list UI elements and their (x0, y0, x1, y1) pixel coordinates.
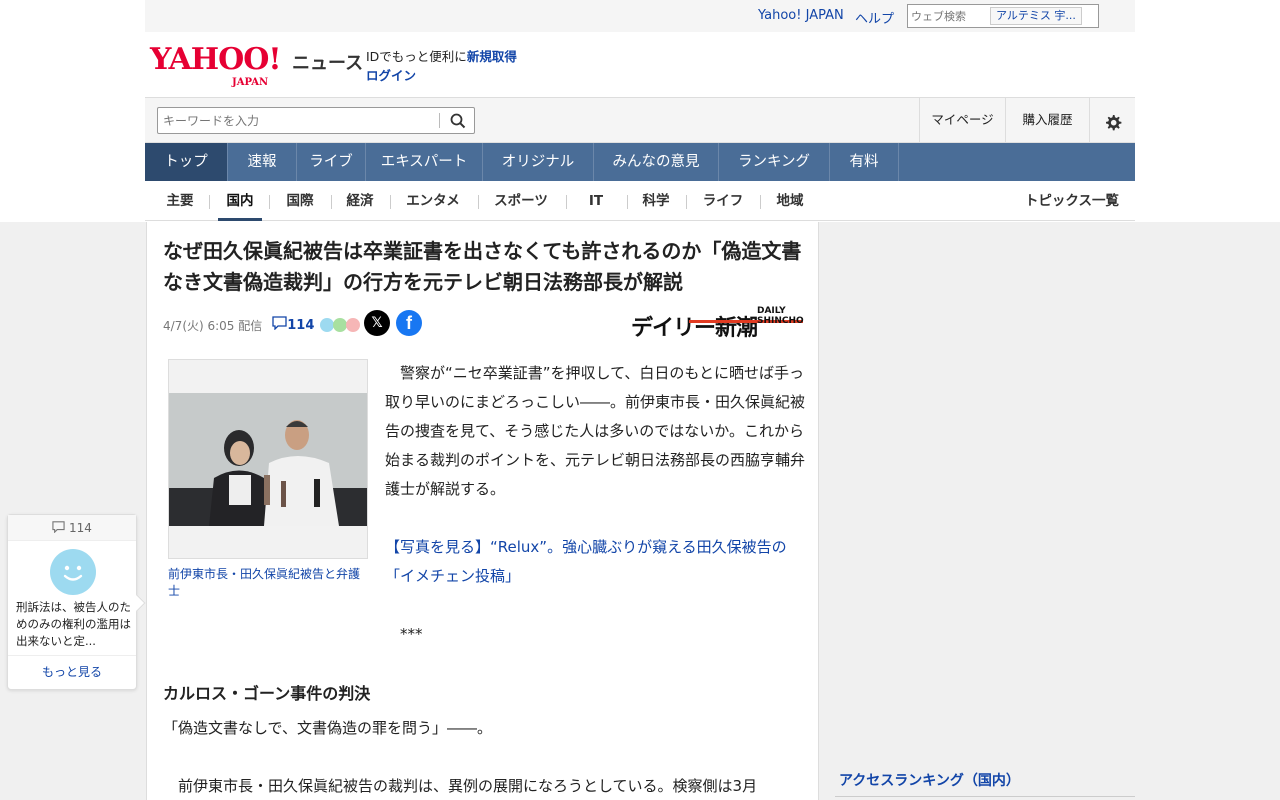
divider (627, 195, 628, 209)
comment-count: 114 (287, 317, 315, 333)
main-nav: トップ 速報 ライブ エキスパート オリジナル みんなの意見 ランキング 有料 (145, 143, 1135, 181)
category-nav: 主要 国内 国際 経済 エンタメ スポーツ IT 科学 ライフ 地域 トピックス… (145, 181, 1135, 221)
nav-live[interactable]: ライブ (297, 143, 366, 181)
nav-top[interactable]: トップ (145, 143, 228, 181)
cat-life[interactable]: ライフ (695, 181, 751, 221)
more-comments-link[interactable]: もっと見る (8, 655, 136, 689)
nav-paid[interactable]: 有料 (830, 143, 899, 181)
yahoo-news-logo[interactable]: YAHOO! JAPAN ニュース (150, 42, 363, 89)
photo-caption[interactable]: 前伊東市長・田久保眞紀被告と弁護士 (168, 566, 368, 600)
logo-news: ニュース (292, 53, 364, 74)
cat-it[interactable]: IT (571, 181, 621, 221)
cat-economy[interactable]: 経済 (335, 181, 385, 221)
keyword-search (157, 107, 475, 134)
login-link[interactable]: ログイン (366, 68, 416, 83)
divider (269, 195, 270, 209)
logo-yahoo: YAHOO! (150, 42, 282, 77)
cat-domestic[interactable]: 国内 (218, 181, 262, 221)
divider (686, 195, 687, 209)
web-search-box: アルテミス 宇... (907, 4, 1099, 28)
cat-entertainment[interactable]: エンタメ (397, 181, 469, 221)
article-title: なぜ田久保眞紀被告は卒業証書を出さなくても許されるのか「偽造文書なき文書偽造裁判… (163, 239, 802, 294)
widget-comment-count[interactable]: 114 (8, 515, 136, 541)
section-break: *** (400, 625, 423, 643)
purchase-history-button[interactable]: 購入履歴 (1005, 98, 1089, 142)
utility-bar: Yahoo! JAPAN ヘルプ アルテミス 宇... (145, 0, 1135, 32)
cat-science[interactable]: 科学 (631, 181, 681, 221)
nav-opinions[interactable]: みんなの意見 (594, 143, 719, 181)
masthead: YAHOO! JAPAN ニュース IDでもっと便利に新規取得 ログイン (145, 32, 1135, 98)
source-logo-text: デイリー新潮 (631, 316, 758, 341)
help-link[interactable]: ヘルプ (855, 8, 894, 27)
article-meta: 4/7(火) 6:05 配信 114 (163, 316, 361, 334)
divider (390, 195, 391, 209)
body-paragraph: 「偽造文書なしで、文書偽造の罪を問う」――。 (163, 719, 492, 737)
facebook-share-icon[interactable]: f (396, 310, 422, 336)
nav-ranking[interactable]: ランキング (719, 143, 830, 181)
search-row: マイページ 購入履歴 (145, 98, 1135, 143)
article-photo[interactable] (168, 359, 368, 559)
comment-widget[interactable]: 114 刑訴法は、被告人のためのみの権利の濫用は出来ないと定... もっと見る (7, 514, 146, 690)
smiley-face-icon (50, 549, 96, 595)
widget-comment-text: 刑訴法は、被告人のためのみの権利の濫用は出来ないと定... (16, 600, 131, 648)
neutral-face-icon (333, 318, 348, 332)
source-logo[interactable]: デイリー新潮 DAILY SHINCHO (631, 306, 804, 341)
header: Yahoo! JAPAN ヘルプ アルテミス 宇... YAHOO! JAPAN… (145, 0, 1135, 221)
divider (331, 195, 332, 209)
nav-original[interactable]: オリジナル (483, 143, 594, 181)
section-heading: カルロス・ゴーン事件の判決 (163, 684, 371, 703)
web-search-input[interactable] (908, 9, 988, 23)
cat-main[interactable]: 主要 (155, 181, 205, 221)
divider (566, 195, 567, 209)
sidebar: アクセスランキング（国内） (835, 222, 1135, 800)
keyword-input[interactable] (163, 114, 433, 128)
search-divider (439, 113, 440, 128)
article: なぜ田久保眞紀被告は卒業証書を出さなくても許されるのか「偽造文書なき文書偽造裁判… (146, 222, 819, 800)
publish-date: 4/7(火) 6:05 配信 (163, 318, 263, 333)
sad-face-icon (346, 318, 361, 332)
cat-sports[interactable]: スポーツ (485, 181, 557, 221)
id-promo: IDでもっと便利に新規取得 ログイン (366, 47, 517, 85)
mypage-button[interactable]: マイページ (919, 98, 1005, 142)
access-ranking-heading[interactable]: アクセスランキング（国内） (839, 770, 1020, 790)
topics-list-link[interactable]: トピックス一覧 (1025, 181, 1119, 221)
nav-breaking[interactable]: 速報 (228, 143, 297, 181)
article-body: 警察が“ニセ卒業証書”を押収して、白日のもとに晒せば手っ取り早いのにまどろっこし… (385, 359, 805, 649)
settings-button[interactable] (1089, 98, 1135, 142)
gear-icon (1103, 114, 1123, 130)
x-share-icon[interactable]: 𝕏 (364, 310, 390, 336)
nav-expert[interactable]: エキスパート (366, 143, 483, 181)
happy-face-icon (320, 318, 335, 332)
photo-gallery-link[interactable]: 【写真を見る】“Relux”。強心臓ぶりが窺える田久保被告の「イメチェン投稿」 (385, 533, 805, 591)
ranking-divider (835, 796, 1135, 797)
comment-icon (272, 316, 287, 334)
id-text: IDでもっと便利に (366, 49, 467, 64)
divider (760, 195, 761, 209)
search-suggest-button[interactable]: アルテミス 宇... (990, 7, 1082, 25)
comment-count-link[interactable]: 114 (272, 316, 314, 334)
search-icon[interactable] (450, 113, 466, 133)
logo-japan: JAPAN (232, 77, 269, 88)
lead-paragraph: 警察が“ニセ卒業証書”を押収して、白日のもとに晒せば手っ取り早いのにまどろっこし… (385, 364, 806, 498)
divider (209, 195, 210, 209)
cat-world[interactable]: 国際 (275, 181, 325, 221)
divider (478, 195, 479, 209)
press-conference-image (169, 393, 367, 526)
comment-icon (52, 521, 65, 535)
body-paragraph: 前伊東市長・田久保眞紀被告の裁判は、異例の展開になろうとしている。検察側は3月 (163, 777, 758, 795)
reaction-icons (320, 318, 361, 332)
yahoo-japan-link[interactable]: Yahoo! JAPAN (758, 8, 844, 23)
cat-region[interactable]: 地域 (765, 181, 815, 221)
source-logo-en: DAILY SHINCHO (757, 306, 804, 326)
signup-link[interactable]: 新規取得 (467, 49, 517, 64)
